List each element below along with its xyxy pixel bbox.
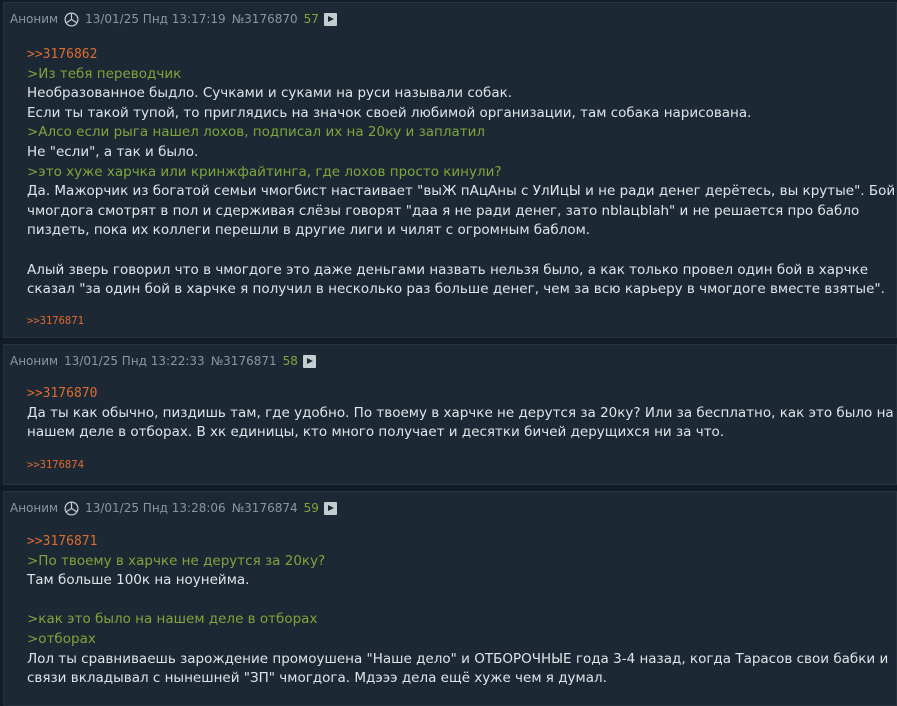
post-date: 13/01/25 Пнд 13:22:33 bbox=[64, 354, 205, 368]
text-line: Алый зверь говорил что в чмогдоге это да… bbox=[27, 261, 869, 278]
text-line: Необразованное быдло. Сучками и суками н… bbox=[27, 85, 513, 102]
expand-play-icon[interactable] bbox=[323, 12, 337, 26]
replies-link[interactable]: >>3176871 bbox=[27, 315, 84, 327]
post-header: Аноним 13/01/25 Пнд 13:22:33 №3176871 58 bbox=[10, 353, 316, 369]
greentext-line: >отборах bbox=[27, 630, 96, 647]
greentext-line: >как это было на нашем деле в отборах bbox=[27, 611, 318, 628]
post-date: 13/01/25 Пнд 13:17:19 bbox=[85, 12, 226, 26]
text-line: связи вкладывал с нынешней "ЗП" чмогдога… bbox=[27, 670, 607, 687]
post-header: Аноним 13/01/25 Пнд 13:17:19 №3176870 57 bbox=[10, 11, 337, 27]
mercedes-emblem-icon bbox=[64, 12, 79, 26]
post-header: Аноним 13/01/25 Пнд 13:28:06 №3176874 59 bbox=[10, 500, 337, 516]
post-number[interactable]: №3176874 bbox=[232, 501, 298, 515]
poster-name[interactable]: Аноним bbox=[10, 354, 58, 368]
post-3176871: Аноним 13/01/25 Пнд 13:22:33 №3176871 58… bbox=[3, 344, 897, 485]
text-line: чмогдога смотрят в пол и сдерживая слёзы… bbox=[27, 202, 860, 219]
expand-play-icon[interactable] bbox=[302, 354, 316, 368]
text-line: пиздеть, пока их коллеги перешли в други… bbox=[27, 222, 591, 239]
reply-count: 57 bbox=[303, 12, 319, 26]
post-date: 13/01/25 Пнд 13:28:06 bbox=[85, 501, 226, 515]
text-line: Да. Мажорчик из богатой семьи чмогбист н… bbox=[27, 183, 897, 200]
mercedes-emblem-icon bbox=[64, 501, 79, 515]
poster-name[interactable]: Аноним bbox=[10, 12, 58, 26]
replies-link[interactable]: >>3176874 bbox=[27, 459, 84, 471]
reply-link[interactable]: >>3176871 bbox=[27, 532, 888, 552]
text-line: сказал "за один бой в харчке я получил в… bbox=[27, 281, 885, 298]
text-line: Да ты как обычно, пиздишь там, где удобн… bbox=[27, 404, 894, 421]
reply-count: 58 bbox=[282, 354, 298, 368]
text-line: Лол ты сравниваешь зарождение промоушена… bbox=[27, 650, 889, 667]
poster-name[interactable]: Аноним bbox=[10, 501, 58, 515]
post-body: >>3176871 >По твоему в харчке не дерутся… bbox=[27, 532, 888, 689]
text-line: Там больше 100к на ноунейма. bbox=[27, 572, 250, 589]
reply-link[interactable]: >>3176870 bbox=[27, 384, 894, 404]
text-line: нашем деле в отборах. В хк единицы, кто … bbox=[27, 424, 725, 441]
post-body: >>3176870 Да ты как обычно, пиздишь там,… bbox=[27, 384, 894, 443]
text-line: Если ты такой тупой, то приглядись на зн… bbox=[27, 104, 752, 121]
post-body: >>3176862 >Из тебя переводчик Необразова… bbox=[27, 45, 897, 300]
post-3176870: Аноним 13/01/25 Пнд 13:17:19 №3176870 57… bbox=[3, 2, 897, 338]
greentext-line: >Алсо если рыга нашел лохов, подписал их… bbox=[27, 124, 486, 141]
greentext-line: >Из тебя переводчик bbox=[27, 65, 182, 82]
expand-play-icon[interactable] bbox=[323, 501, 337, 515]
greentext-line: >По твоему в харчке не дерутся за 20ку? bbox=[27, 552, 326, 569]
greentext-line: >это хуже харчка или кринжфайтинга, где … bbox=[27, 163, 502, 180]
reply-link[interactable]: >>3176862 bbox=[27, 45, 896, 65]
post-number[interactable]: №3176870 bbox=[232, 12, 298, 26]
text-line: Не "если", а так и было. bbox=[27, 143, 199, 160]
reply-count: 59 bbox=[303, 501, 319, 515]
post-number[interactable]: №3176871 bbox=[211, 354, 277, 368]
post-3176874: Аноним 13/01/25 Пнд 13:28:06 №3176874 59… bbox=[3, 491, 897, 706]
